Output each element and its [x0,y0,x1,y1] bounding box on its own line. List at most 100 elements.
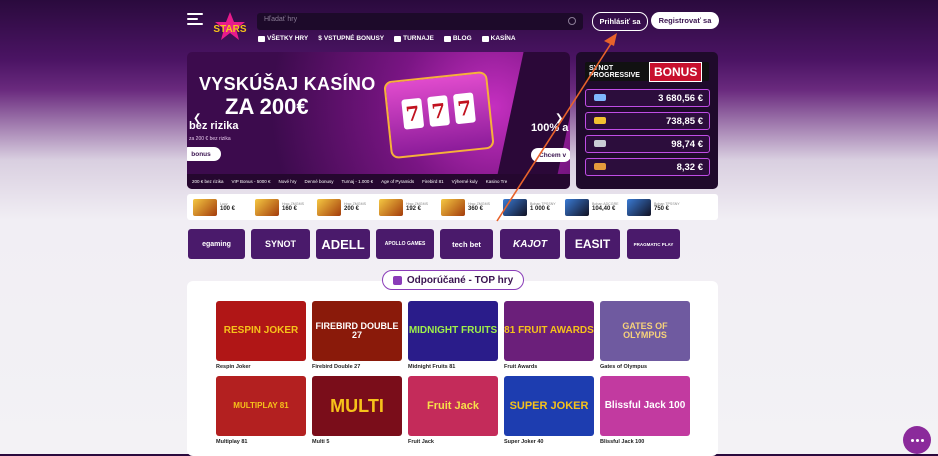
provider-synot[interactable]: SYNOT [251,229,310,259]
game-card-gates-of-olympus[interactable]: GATES OF OLYMPUS Gates of Olympus [600,301,690,370]
game-thumbnail [503,198,527,216]
game-thumbnail [317,198,341,216]
winner-item[interactable]: Bohan ADCGRE 104,40 € [565,198,623,216]
provider-adell[interactable]: ADELL [316,229,370,259]
game-card-blissful-jack[interactable]: Blissful Jack 100 Blissful Jack 100 [600,376,690,445]
winner-item[interactable]: Hrac ZMGMS 192 € [379,198,437,216]
gold-bar-icon [594,117,606,124]
provider-apollo[interactable]: APOLLO GAMES [376,229,434,259]
game-name: Multi 5 [312,439,330,445]
jackpot-row: 3 680,56 € [585,89,710,107]
ticker-item[interactable]: Turnaj - 1.000 € [342,179,374,184]
jackpot-title: SYNOT PROGRESSIVE BONUS [585,61,709,82]
blog-icon [443,35,451,42]
promo-banner[interactable]: 7 7 7 VYSKÚŠAJ KASÍNO ZA 200€ bez rizika… [187,52,570,189]
casino-icon [481,35,489,42]
chat-icon [910,438,914,442]
jackpot-row: 738,85 € [585,112,710,130]
nav-all-games[interactable]: VŠETKY HRY [258,35,308,42]
provider-techbet[interactable]: tech bet [440,229,493,259]
ticker-item[interactable]: Nové hry [278,179,296,184]
chat-button[interactable] [903,426,931,454]
game-card-super-joker[interactable]: SUPER JOKER Super Joker 40 [504,376,594,445]
menu-icon[interactable] [187,13,203,25]
nav-bonuses[interactable]: $ VSTUPNÉ BONUSY [318,35,384,42]
game-card-fruit-awards[interactable]: 81 FRUIT AWARDS Fruit Awards [504,301,594,370]
banner-ticker: 200 € bez rizika VIP Bonus - 5000 € Nové… [187,174,570,189]
provider-easit[interactable]: EASIT [565,229,620,259]
provider-egaming[interactable]: egaming [188,229,245,259]
game-thumbnail [255,198,279,216]
game-image[interactable]: MULTI [312,376,402,436]
game-image[interactable]: FIREBIRD DOUBLE 27 [312,301,402,361]
reel: 7 [452,92,476,125]
game-image[interactable]: 81 FRUIT AWARDS [504,301,594,361]
chevron-right-icon[interactable]: ❯ [555,113,563,124]
game-card-multi5[interactable]: MULTI Multi 5 [312,376,402,445]
svg-text:STARS: STARS [213,24,246,35]
ticker-item[interactable]: VIP Bonus - 5000 € [232,179,271,184]
game-name: Midnight Fruits 81 [408,364,456,370]
slot-machine-image: 7 7 7 [383,70,495,160]
game-name: Super Joker 40 [504,439,544,445]
winner-item[interactable]: Hrac ZMGMS 200 € [317,198,375,216]
ticker-item[interactable]: Výherné kuly [452,179,478,184]
winner-item[interactable]: Bohan TPSSNY 1 000 € [503,198,561,216]
diamond-icon [594,94,606,101]
winner-item[interactable]: Hrac ZMGMS 160 € [255,198,313,216]
game-name: Multiplay 81 [216,439,248,445]
game-image[interactable]: MIDNIGHT FRUITS [408,301,498,361]
dollar-icon: $ [318,35,322,42]
silver-bar-icon [594,140,606,147]
game-thumbnail [379,198,403,216]
ticker-item[interactable]: Age of Pyramids [381,179,414,184]
ticker-item[interactable]: Denné bonusy [305,179,334,184]
provider-kajot[interactable]: KAJOT [500,229,560,259]
game-name: Blissful Jack 100 [600,439,645,445]
game-card-midnight-fruits[interactable]: MIDNIGHT FRUITS Midnight Fruits 81 [408,301,498,370]
ticker-item[interactable]: Kasino Tre [486,179,508,184]
game-card-fruit-jack[interactable]: Fruit Jack Fruit Jack [408,376,498,445]
game-thumbnail [441,198,465,216]
game-name: Fruit Jack [408,439,434,445]
search-input[interactable]: Hľadať hry [257,13,583,30]
winner-item[interactable]: Lucy 100 € [193,198,251,216]
game-name: Firebird Double 27 [312,364,361,370]
winner-item[interactable]: Bohan TPSSNY 750 € [627,198,685,216]
jackpot-row: 8,32 € [585,158,710,176]
ticker-item[interactable]: Firebird 81 [422,179,444,184]
game-image[interactable]: SUPER JOKER [504,376,594,436]
nav-casinos[interactable]: KASÍNA [481,35,516,42]
jackpot-brand: SYNOT PROGRESSIVE [589,64,640,79]
site-logo[interactable]: STARS [208,10,253,44]
heart-icon [392,275,402,285]
game-image[interactable]: GATES OF OLYMPUS [600,301,690,361]
chevron-left-icon[interactable]: ❮ [193,113,201,124]
jackpot-panel[interactable]: SYNOT PROGRESSIVE BONUS 3 680,56 € 738,8… [576,52,718,189]
search-placeholder: Hľadať hry [264,16,298,23]
game-card-respin-joker[interactable]: RESPIN JOKER Respin Joker [216,301,306,370]
grid-icon [258,35,265,42]
search-icon[interactable] [568,17,576,25]
game-card-multiplay[interactable]: MULTIPLAY 81 Multiplay 81 [216,376,306,445]
game-name: Fruit Awards [504,364,538,370]
game-image[interactable]: RESPIN JOKER [216,301,306,361]
game-image[interactable]: MULTIPLAY 81 [216,376,306,436]
login-button[interactable]: Prihlásiť sa [592,12,648,31]
recommended-title: Odporúčané - TOP hry [382,270,524,290]
bronze-bar-icon [594,163,606,170]
game-name: Respin Joker [216,364,251,370]
trophy-icon [394,35,402,42]
nav-tournaments[interactable]: TURNAJE [394,35,434,42]
game-card-firebird[interactable]: FIREBIRD DOUBLE 27 Firebird Double 27 [312,301,402,370]
banner-headline: VYSKÚŠAJ KASÍNO [199,74,376,94]
winner-item[interactable]: Hrac ZMGMS 360 € [441,198,499,216]
next-slide-button[interactable]: Chcem v [531,148,570,162]
game-image[interactable]: Blissful Jack 100 [600,376,690,436]
banner-bonus-button[interactable]: bonus [187,147,221,161]
register-button[interactable]: Registrovať sa [651,12,719,29]
game-image[interactable]: Fruit Jack [408,376,498,436]
nav-blog[interactable]: BLOG [443,35,472,42]
ticker-item[interactable]: 200 € bez rizika [192,179,224,184]
provider-pragmatic[interactable]: PRAGMATIC PLAY [627,229,680,259]
